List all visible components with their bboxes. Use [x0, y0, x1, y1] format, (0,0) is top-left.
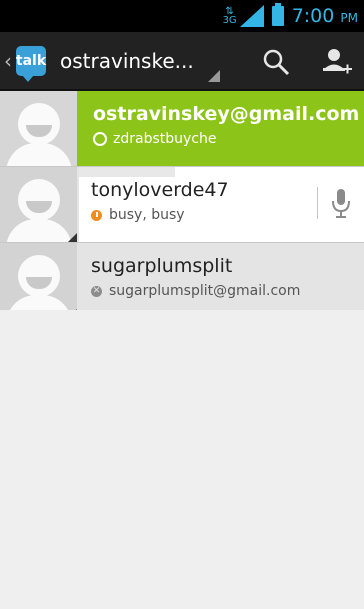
action-bar: ‹ talk ostravinske... [0, 32, 364, 91]
talk-logo-icon[interactable]: talk [15, 45, 47, 82]
microphone-icon[interactable] [326, 185, 356, 221]
account-name: ostravinske... [60, 48, 194, 73]
signal-icon [239, 5, 264, 27]
clock-time: 7:00 [291, 5, 335, 27]
contact-status-text: busy, busy [109, 207, 185, 223]
list-item[interactable]: sugarplumsplit ✕ sugarplumsplit@gmail.co… [0, 243, 364, 319]
self-email: ostravinskey@gmail.com [93, 103, 360, 125]
contact-status-text: sugarplumsplit@gmail.com [109, 283, 301, 299]
account-spinner[interactable]: ostravinske... [60, 31, 230, 90]
app-icon-label: talk [15, 52, 47, 69]
contact-status: busy, busy [91, 207, 185, 223]
contact-list: ostravinskey@gmail.com zdrabstbuyche ton… [0, 91, 364, 319]
empty-list-area [0, 310, 364, 609]
search-icon [263, 49, 290, 76]
avatar [0, 243, 77, 318]
divider [317, 187, 318, 219]
contact-name: tonyloverde47 [91, 179, 229, 201]
self-status-text: zdrabstbuyche [113, 131, 217, 147]
network-type: 3G [222, 15, 237, 26]
clock-ampm: PM [340, 11, 358, 25]
contact-status: ✕ sugarplumsplit@gmail.com [91, 283, 300, 299]
contact-name: sugarplumsplit [91, 255, 233, 277]
up-caret-icon[interactable]: ‹ [4, 49, 14, 73]
available-ring-icon [93, 132, 107, 146]
avatar [0, 91, 77, 166]
self-status: zdrabstbuyche [93, 131, 216, 147]
clock: 7:00 PM [292, 5, 358, 27]
add-friend-button[interactable] [318, 44, 358, 80]
avatar [0, 167, 77, 242]
status-bar: ⇅ 3G 7:00 PM [0, 0, 364, 32]
list-item[interactable]: tonyloverde47 busy, busy [0, 167, 364, 243]
spinner-triangle-icon [208, 70, 220, 82]
busy-icon [91, 209, 102, 221]
add-friend-icon [323, 49, 352, 74]
self-status-row[interactable]: ostravinskey@gmail.com zdrabstbuyche [0, 91, 364, 167]
battery-icon [271, 3, 284, 26]
network-indicator: ⇅ 3G [222, 7, 237, 26]
search-button[interactable] [256, 44, 296, 80]
offline-icon: ✕ [91, 285, 102, 297]
